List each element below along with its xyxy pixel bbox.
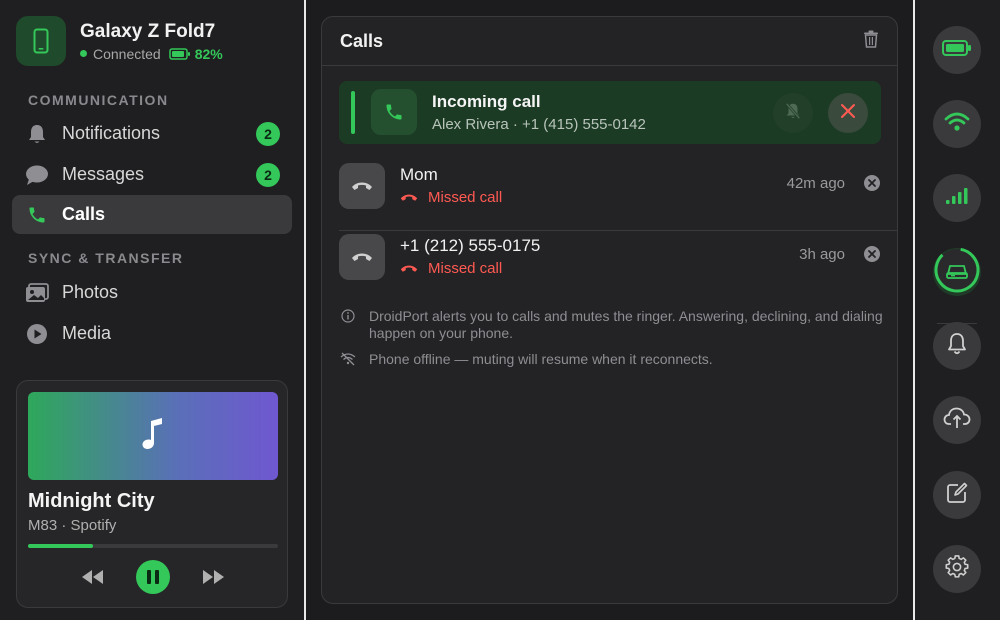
mute-ringer-button[interactable] <box>773 93 813 133</box>
connection-status: Connected <box>93 45 161 62</box>
battery-icon <box>168 47 191 60</box>
storage-status-button[interactable] <box>933 246 981 299</box>
sidebar-item-messages[interactable]: Messages 2 <box>12 155 292 194</box>
playback-controls <box>17 559 289 595</box>
phone-icon <box>24 202 50 228</box>
wifi-off-icon <box>339 351 357 369</box>
play-circle-icon <box>24 321 50 347</box>
sidebar-item-label: Media <box>62 323 112 343</box>
sidebar-item-label: Notifications <box>62 123 161 143</box>
playback-progress-fill <box>28 544 93 548</box>
battery-icon <box>942 39 972 61</box>
incoming-indicator <box>351 91 355 134</box>
track-artist: M83 · Spotify <box>28 517 117 534</box>
sidebar-item-notifications[interactable]: Notifications 2 <box>12 114 292 153</box>
caller-name: Mom <box>400 165 438 184</box>
call-status-label: Missed call <box>428 260 503 277</box>
trash-icon <box>863 30 879 53</box>
sidebar-item-media[interactable]: Media <box>12 314 292 353</box>
track-title: Midnight City <box>28 490 155 512</box>
close-circle-icon <box>864 245 880 267</box>
battery-status-button[interactable] <box>933 26 981 74</box>
storage-ring-icon <box>933 246 981 299</box>
info-note: DroidPort alerts you to calls and mutes … <box>339 308 889 342</box>
incoming-caller: Alex Rivera · +1 (415) 555-0142 <box>432 116 646 133</box>
sidebar-item-label: Calls <box>62 204 106 224</box>
cellular-signal-icon <box>946 187 968 209</box>
playback-progress[interactable] <box>28 544 278 548</box>
call-time: 3h ago <box>799 246 845 263</box>
cloud-upload-button[interactable] <box>933 396 981 444</box>
device-header[interactable]: Galaxy Z Fold7 Connected 82% <box>16 16 223 66</box>
album-art <box>28 392 278 480</box>
connected-dot-icon <box>80 50 87 57</box>
incoming-call-card: Incoming call Alex Rivera · +1 (415) 555… <box>339 81 881 144</box>
call-row[interactable]: Mom Missed call 42m ago <box>339 163 897 231</box>
info-icon <box>339 308 357 326</box>
call-row[interactable]: +1 (212) 555-0175 Missed call 3h ago <box>339 234 897 302</box>
panel-header: Calls <box>322 17 897 66</box>
notifications-badge: 2 <box>256 122 280 146</box>
caller-name: +1 (212) 555-0175 <box>400 236 541 255</box>
chat-bubble-icon <box>24 162 50 188</box>
status-rail <box>915 0 1000 620</box>
info-note-text: DroidPort alerts you to calls and mutes … <box>369 308 883 341</box>
call-status: Missed call <box>400 189 502 206</box>
decline-call-button[interactable] <box>828 93 868 133</box>
cloud-upload-icon <box>943 407 971 434</box>
call-status: Missed call <box>400 260 502 277</box>
close-icon <box>840 103 856 124</box>
settings-button[interactable] <box>933 545 981 593</box>
call-status-label: Missed call <box>428 189 503 206</box>
bell-slash-icon <box>784 102 802 125</box>
now-playing-card: Midnight City M83 · Spotify <box>16 380 288 608</box>
page-title: Calls <box>340 30 384 51</box>
remove-call-button[interactable] <box>863 245 881 267</box>
offline-note-text: Phone offline — muting will resume when … <box>369 351 713 367</box>
phone-device-icon <box>16 16 66 66</box>
app-window: Galaxy Z Fold7 Connected 82% COMMUNICATI… <box>0 0 1000 620</box>
incoming-call-title: Incoming call <box>432 92 541 111</box>
offline-note: Phone offline — muting will resume when … <box>339 351 889 369</box>
sidebar-item-label: Photos <box>62 282 119 302</box>
calls-panel: Calls Incoming call Alex Rivera · +1 (41… <box>321 16 898 604</box>
sidebar-item-label: Messages <box>62 164 145 184</box>
bell-icon <box>24 121 50 147</box>
signal-status-button[interactable] <box>933 174 981 222</box>
gear-icon <box>945 554 969 584</box>
section-sync-transfer: SYNC & TRANSFER <box>28 250 184 266</box>
remove-call-button[interactable] <box>863 174 881 196</box>
wifi-icon <box>944 112 970 137</box>
fast-forward-button[interactable] <box>197 560 231 594</box>
incoming-phone-icon <box>371 89 417 135</box>
sidebar-item-calls[interactable]: Calls <box>12 195 292 234</box>
messages-badge: 2 <box>256 163 280 187</box>
section-communication: COMMUNICATION <box>28 92 169 108</box>
music-note-icon <box>142 417 164 455</box>
close-circle-icon <box>864 174 880 196</box>
bell-outline-icon <box>946 332 968 361</box>
rewind-button[interactable] <box>75 560 109 594</box>
pause-button[interactable] <box>136 560 170 594</box>
clear-calls-button[interactable] <box>861 30 881 53</box>
photos-icon <box>24 280 50 306</box>
hangup-phone-icon <box>339 163 385 209</box>
compose-button[interactable] <box>933 471 981 519</box>
notifications-rail-button[interactable] <box>933 322 981 370</box>
call-time: 42m ago <box>786 175 845 192</box>
sidebar-divider <box>304 0 306 620</box>
sidebar: Galaxy Z Fold7 Connected 82% COMMUNICATI… <box>0 0 304 620</box>
compose-icon <box>946 482 968 509</box>
missed-call-icon <box>400 194 418 201</box>
battery-percent: 82% <box>194 45 223 62</box>
device-status: Connected 82% <box>80 46 223 62</box>
device-name: Galaxy Z Fold7 <box>80 20 216 42</box>
sidebar-item-photos[interactable]: Photos <box>12 273 292 312</box>
hangup-phone-icon <box>339 234 385 280</box>
missed-call-icon <box>400 265 418 272</box>
wifi-status-button[interactable] <box>933 100 981 148</box>
